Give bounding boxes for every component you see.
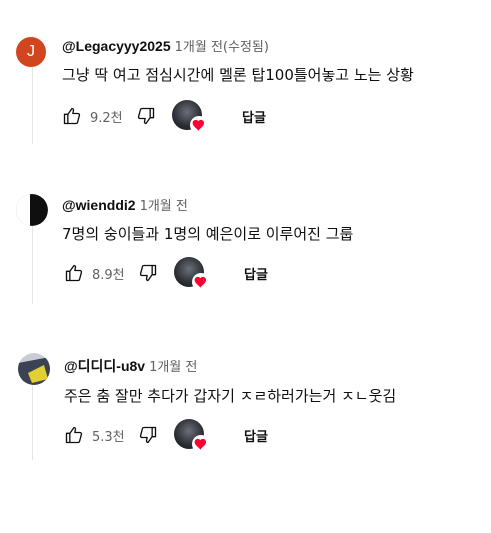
- heart-icon: [190, 116, 208, 134]
- comment-header: @디디디-u8v 1개월 전: [64, 357, 197, 377]
- comment-text: 그냥 딱 여고 점심시간에 멜론 탑100틀어놓고 노는 상황: [62, 66, 414, 84]
- dislike-button[interactable]: [136, 423, 160, 447]
- author-name[interactable]: @디디디-u8v: [64, 358, 145, 374]
- comment-time[interactable]: 1개월 전: [140, 199, 188, 214]
- thumbs-down-icon: [139, 426, 157, 444]
- like-count: 9.2천: [90, 110, 123, 126]
- avatar[interactable]: [16, 194, 48, 226]
- creator-heart: [172, 100, 208, 134]
- comment: @wienddi2 1개월 전 7명의 숭이들과 1명의 예은이로 이루어진 그룹…: [0, 193, 491, 303]
- comment-header: @wienddi2 1개월 전: [62, 196, 188, 216]
- thumbs-up-icon: [63, 107, 81, 125]
- reply-button[interactable]: 답글: [234, 101, 274, 132]
- avatar[interactable]: J: [16, 37, 46, 67]
- like-button[interactable]: [60, 104, 84, 128]
- like-count: 8.9천: [92, 267, 125, 283]
- comment-text: 7명의 숭이들과 1명의 예은이로 이루어진 그룹: [62, 225, 354, 243]
- comment-text: 주은 춤 잘만 추다가 갑자기 ㅈㄹ하러가는거 ㅈㄴ웃김: [64, 387, 397, 405]
- creator-heart: [174, 257, 210, 291]
- comment-actions: 9.2천 답글: [60, 100, 274, 134]
- comment-header: @Legacyyy2025 1개월 전(수정됨): [62, 37, 269, 57]
- author-name[interactable]: @wienddi2: [62, 197, 136, 213]
- like-button[interactable]: [62, 261, 86, 285]
- dislike-button[interactable]: [136, 261, 160, 285]
- like-count: 5.3천: [92, 429, 125, 445]
- reply-button[interactable]: 답글: [236, 258, 276, 289]
- comment: @디디디-u8v 1개월 전 주은 춤 잘만 추다가 갑자기 ㅈㄹ하러가는거 ㅈㄴ…: [0, 353, 491, 463]
- heart-icon: [192, 435, 210, 453]
- avatar-letter: J: [27, 43, 35, 60]
- avatar[interactable]: [18, 353, 50, 385]
- creator-heart: [174, 419, 210, 453]
- thumbs-up-icon: [65, 264, 83, 282]
- avatar-image: [18, 353, 50, 385]
- comment-time[interactable]: 1개월 전: [149, 360, 197, 375]
- thumbs-down-icon: [139, 264, 157, 282]
- dislike-button[interactable]: [134, 104, 158, 128]
- thumbs-up-icon: [65, 426, 83, 444]
- comment-time[interactable]: 1개월 전(수정됨): [175, 40, 269, 55]
- author-name[interactable]: @Legacyyy2025: [62, 38, 171, 54]
- avatar-image: [16, 194, 48, 226]
- like-button[interactable]: [62, 423, 86, 447]
- comment: J @Legacyyy2025 1개월 전(수정됨) 그냥 딱 여고 점심시간에 …: [0, 36, 491, 146]
- comment-actions: 5.3천 답글: [62, 419, 276, 453]
- thumbs-down-icon: [137, 107, 155, 125]
- comment-actions: 8.9천 답글: [62, 257, 276, 291]
- reply-button[interactable]: 답글: [236, 420, 276, 451]
- heart-icon: [192, 273, 210, 291]
